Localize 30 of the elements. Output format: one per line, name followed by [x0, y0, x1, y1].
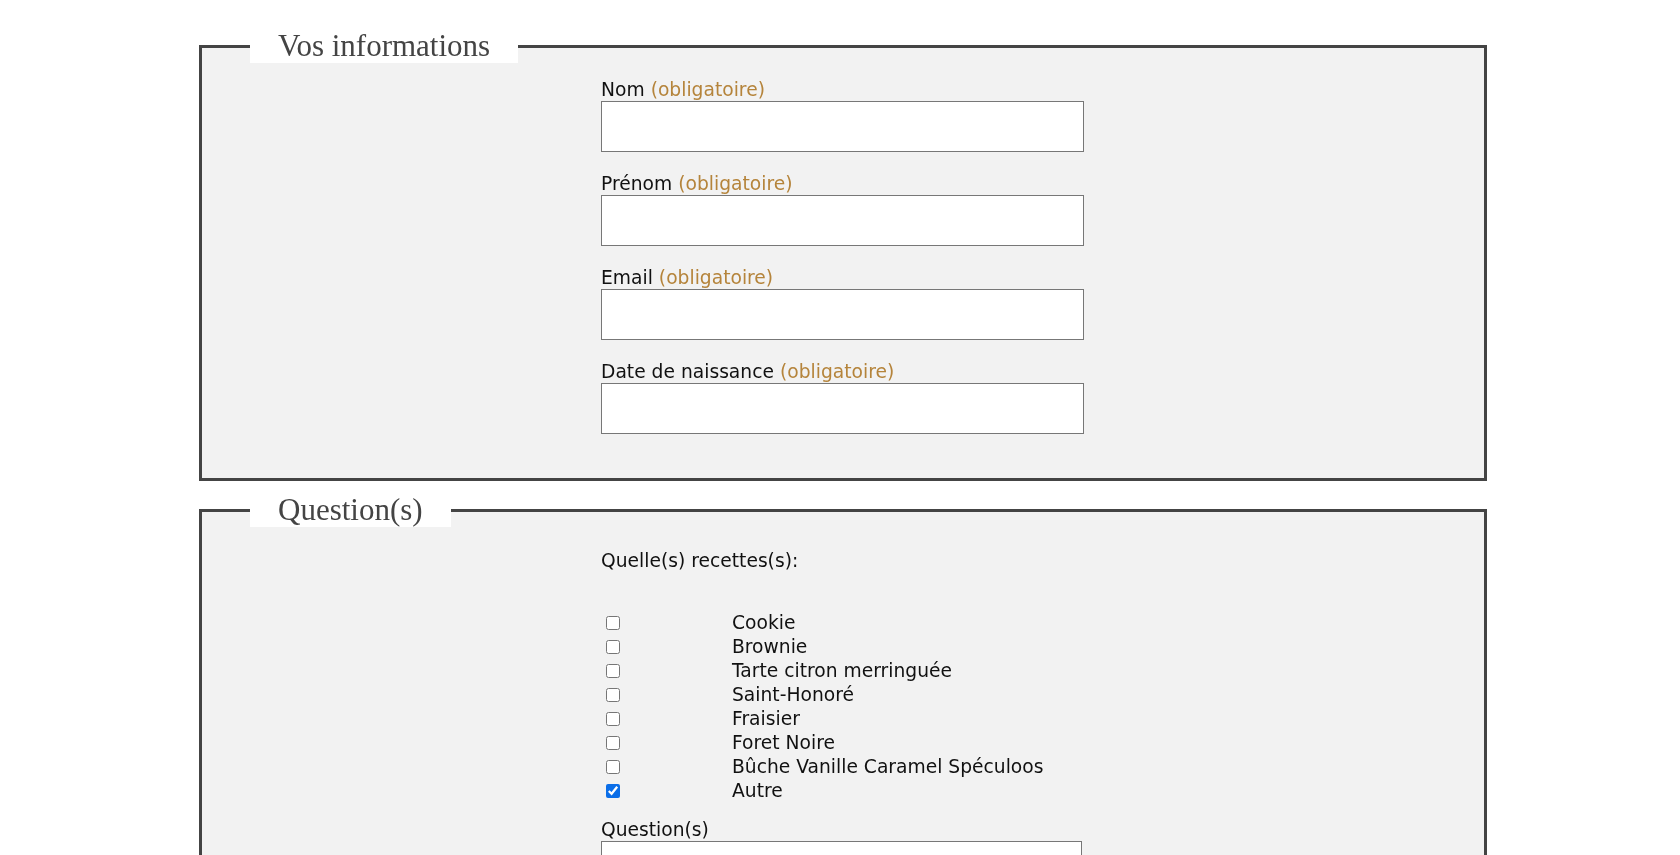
input-field[interactable] [601, 383, 1084, 434]
input-field[interactable] [601, 289, 1084, 340]
checkbox[interactable] [606, 736, 620, 750]
field-label: Question(s) [601, 819, 710, 841]
checkbox[interactable] [606, 760, 620, 774]
field-label: Date de naissance [601, 361, 774, 382]
input-field[interactable] [601, 195, 1084, 246]
checkbox-label: Brownie [732, 635, 808, 659]
checkbox-label: Fraisier [732, 707, 800, 731]
checkbox[interactable] [606, 784, 620, 798]
field-label: Email [601, 267, 653, 288]
checkbox[interactable] [606, 640, 620, 654]
checkbox[interactable] [606, 664, 620, 678]
question-prompt: Quelle(s) recettes(s): [601, 549, 800, 573]
checkbox-label: Bûche Vanille Caramel Spéculoos [732, 755, 1044, 779]
input-field[interactable] [601, 101, 1084, 152]
checkbox-label: Saint-Honoré [732, 683, 854, 707]
checkbox[interactable] [606, 616, 620, 630]
required-hint: (obligatoire) [650, 79, 765, 100]
required-hint: (obligatoire) [779, 361, 895, 382]
checkbox-label: Cookie [732, 611, 796, 635]
required-hint: (obligatoire) [678, 173, 793, 194]
checkbox-label: Foret Noire [732, 731, 835, 755]
field-label: Prénom [601, 173, 673, 194]
checkbox[interactable] [606, 688, 620, 702]
required-hint: (obligatoire) [658, 267, 774, 288]
field-label: Nom [601, 79, 645, 100]
checkbox[interactable] [606, 712, 620, 726]
checkbox-label: Tarte citron merringuée [732, 659, 952, 683]
checkbox-label: Autre [732, 779, 783, 803]
